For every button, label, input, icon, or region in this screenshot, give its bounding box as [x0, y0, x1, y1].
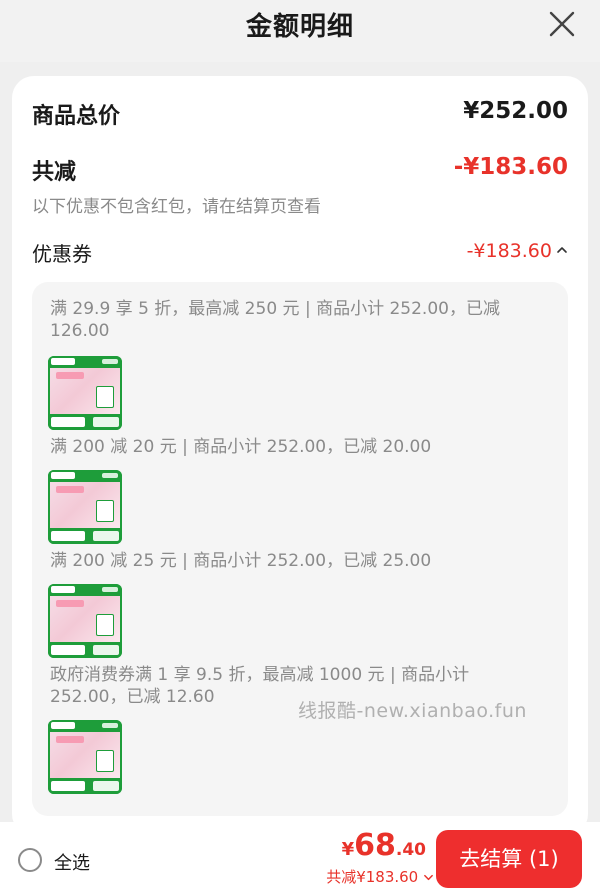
checkout-button[interactable]: 去结算 (1): [436, 830, 582, 888]
chevron-down-icon: [424, 874, 433, 881]
header: 金额明细: [0, 0, 600, 62]
price-decimal: .40: [395, 840, 426, 860]
coupon-item-3-text: 满 200 减 25 元 | 商品小计 252.00，已减 25.00: [50, 551, 432, 571]
page-title: 金额明细: [245, 12, 354, 42]
checkbox-circle-icon[interactable]: [18, 848, 42, 872]
coupon-label: 优惠券: [32, 242, 92, 266]
select-all-label: 全选: [54, 853, 90, 874]
price-integer: 68: [354, 828, 396, 863]
total-reduce-amount: -¥183.60: [453, 154, 568, 180]
final-price: ¥68.40: [342, 828, 426, 863]
close-icon[interactable]: [546, 8, 578, 40]
product-thumbnail: [48, 720, 122, 794]
product-thumbnail: [48, 584, 122, 658]
watermark-text: 线报酷-new.xianbao.fun: [298, 700, 527, 722]
product-thumbnail: [48, 356, 122, 430]
chevron-up-icon[interactable]: [556, 244, 568, 256]
total-reduce-text: 共减¥183.60: [326, 868, 419, 886]
coupon-row[interactable]: 优惠券 -¥183.60: [32, 238, 568, 268]
discount-note: 以下优惠不包含红包，请在结算页查看: [32, 197, 321, 217]
total-reduce-row: 共减 -¥183.60: [32, 154, 568, 190]
total-price-amount: ¥252.00: [463, 98, 568, 124]
total-reduce-label: 共减: [32, 160, 77, 185]
coupon-item-2-text: 满 200 减 20 元 | 商品小计 252.00，已减 20.00: [50, 437, 432, 457]
coupon-item-1-text: 满 29.9 享 5 折，最高减 250 元 | 商品小计 252.00，已减 …: [50, 299, 500, 341]
total-price-label: 商品总价: [32, 104, 121, 129]
checkout-bar: 全选 ¥68.40 共减¥183.60 去结算 (1): [0, 822, 600, 896]
product-thumbnail: [48, 470, 122, 544]
total-price-row: 商品总价 ¥252.00: [32, 98, 568, 134]
price-currency: ¥: [341, 839, 355, 860]
coupon-amount: -¥183.60: [466, 240, 552, 262]
total-reduce-toggle[interactable]: 共减¥183.60: [326, 866, 434, 887]
coupon-details-panel: 满 29.9 享 5 折，最高减 250 元 | 商品小计 252.00，已减 …: [32, 282, 568, 816]
